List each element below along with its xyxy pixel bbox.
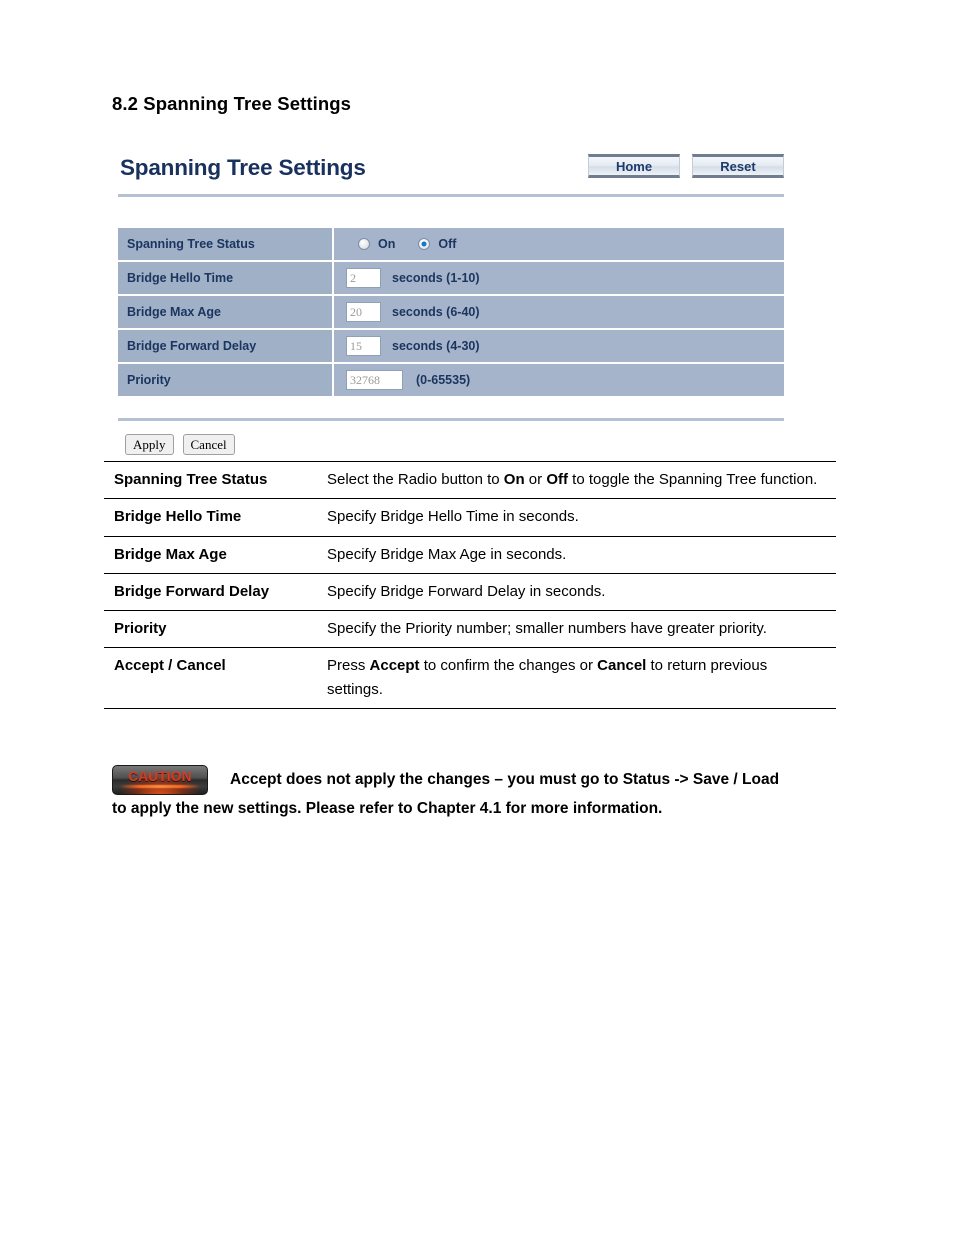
description-term: Spanning Tree Status xyxy=(104,460,327,500)
table-row: Priority Specify the Priority number; sma… xyxy=(104,609,836,649)
description-term: Bridge Max Age xyxy=(104,535,327,574)
page-title: 8.2 Spanning Tree Settings xyxy=(112,93,352,114)
radio-label-on: On xyxy=(378,237,396,251)
label-bridge-forward-delay: Bridge Forward Delay xyxy=(118,330,334,364)
description-text: Specify Bridge Max Age in seconds. xyxy=(327,535,836,574)
caution-icon: CAUTION xyxy=(112,765,208,795)
table-row: Bridge Max Age Specify Bridge Max Age in … xyxy=(104,535,836,574)
description-table: Spanning Tree Status Select the Radio but… xyxy=(104,460,836,709)
radio-option-off[interactable]: Off xyxy=(418,237,456,251)
panel-header-buttons: Home Reset xyxy=(588,154,784,178)
bridge-max-age-input[interactable]: 20 xyxy=(346,302,381,322)
reset-button[interactable]: Reset xyxy=(692,154,784,178)
apply-button[interactable]: Apply xyxy=(125,434,174,455)
value-bridge-forward-delay: 15 seconds (4-30) xyxy=(334,330,784,364)
radio-icon-off[interactable] xyxy=(418,238,431,250)
caution-line-2: to apply the new settings. Please refer … xyxy=(112,800,663,817)
cancel-button[interactable]: Cancel xyxy=(182,434,235,455)
description-text: Specify Bridge Hello Time in seconds. xyxy=(327,498,836,537)
home-button[interactable]: Home xyxy=(588,154,680,178)
spanning-tree-settings-panel: Spanning Tree Settings Home Reset Spanni… xyxy=(118,150,784,455)
panel-header: Spanning Tree Settings Home Reset xyxy=(118,150,784,192)
spanning-tree-status-radio-group: On Off xyxy=(344,228,784,260)
description-term: Accept / Cancel xyxy=(104,647,327,709)
table-row: Bridge Forward Delay Specify Bridge Forwa… xyxy=(104,572,836,612)
priority-input[interactable]: 32768 xyxy=(346,370,403,390)
description-term: Bridge Hello Time xyxy=(104,498,327,537)
radio-icon-on[interactable] xyxy=(358,238,370,250)
description-text: Press Accept to confirm the changes or C… xyxy=(327,647,836,709)
table-row-bridge-max-age: Bridge Max Age 20 seconds (6-40) xyxy=(118,296,784,330)
settings-table: Spanning Tree Status On Off Bridge Hello… xyxy=(118,228,784,396)
value-priority: 32768 (0-65535) xyxy=(334,364,784,396)
table-row-bridge-hello-time: Bridge Hello Time 2 seconds (1-10) xyxy=(118,262,784,296)
bridge-max-age-unit: seconds (6-40) xyxy=(392,305,480,319)
value-bridge-max-age: 20 seconds (6-40) xyxy=(334,296,784,330)
label-bridge-hello-time: Bridge Hello Time xyxy=(118,262,334,296)
table-row: Spanning Tree Status Select the Radio but… xyxy=(104,460,836,500)
radio-option-on[interactable]: On xyxy=(358,237,395,251)
bridge-forward-delay-unit: seconds (4-30) xyxy=(392,339,480,353)
document-page: 8.2 Spanning Tree Settings Spanning Tree… xyxy=(0,0,954,1235)
bridge-hello-time-unit: seconds (1-10) xyxy=(392,271,480,285)
bridge-forward-delay-input[interactable]: 15 xyxy=(346,336,381,356)
caution-glow xyxy=(119,785,201,788)
description-term: Priority xyxy=(104,609,327,649)
table-row: Bridge Hello Time Specify Bridge Hello Ti… xyxy=(104,498,836,537)
table-row: Accept / Cancel Press Accept to confirm t… xyxy=(104,647,836,709)
table-row-priority: Priority 32768 (0-65535) xyxy=(118,364,784,396)
description-term: Bridge Forward Delay xyxy=(104,572,327,612)
form-actions: Apply Cancel xyxy=(118,434,784,455)
description-text: Select the Radio button to On or Off to … xyxy=(327,460,836,500)
radio-label-off: Off xyxy=(438,237,457,251)
caution-note: CAUTION Accept does not apply the change… xyxy=(112,765,848,824)
description-text: Specify Bridge Forward Delay in seconds. xyxy=(327,572,836,612)
header-divider xyxy=(118,194,784,197)
panel-title: Spanning Tree Settings xyxy=(120,155,366,180)
label-spanning-tree-status: Spanning Tree Status xyxy=(118,228,334,262)
form-divider xyxy=(118,418,784,421)
label-bridge-max-age: Bridge Max Age xyxy=(118,296,334,330)
table-row-bridge-forward-delay: Bridge Forward Delay 15 seconds (4-30) xyxy=(118,330,784,364)
caution-line-1: Accept does not apply the changes – you … xyxy=(230,771,780,789)
label-priority: Priority xyxy=(118,364,334,396)
description-text: Specify the Priority number; smaller num… xyxy=(327,609,836,649)
value-bridge-hello-time: 2 seconds (1-10) xyxy=(334,262,784,296)
table-row-spanning-tree-status: Spanning Tree Status On Off xyxy=(118,228,784,262)
priority-unit: (0-65535) xyxy=(416,373,471,387)
caution-badge-label: CAUTION xyxy=(128,769,192,784)
bridge-hello-time-input[interactable]: 2 xyxy=(346,268,381,288)
value-spanning-tree-status: On Off xyxy=(334,228,784,262)
